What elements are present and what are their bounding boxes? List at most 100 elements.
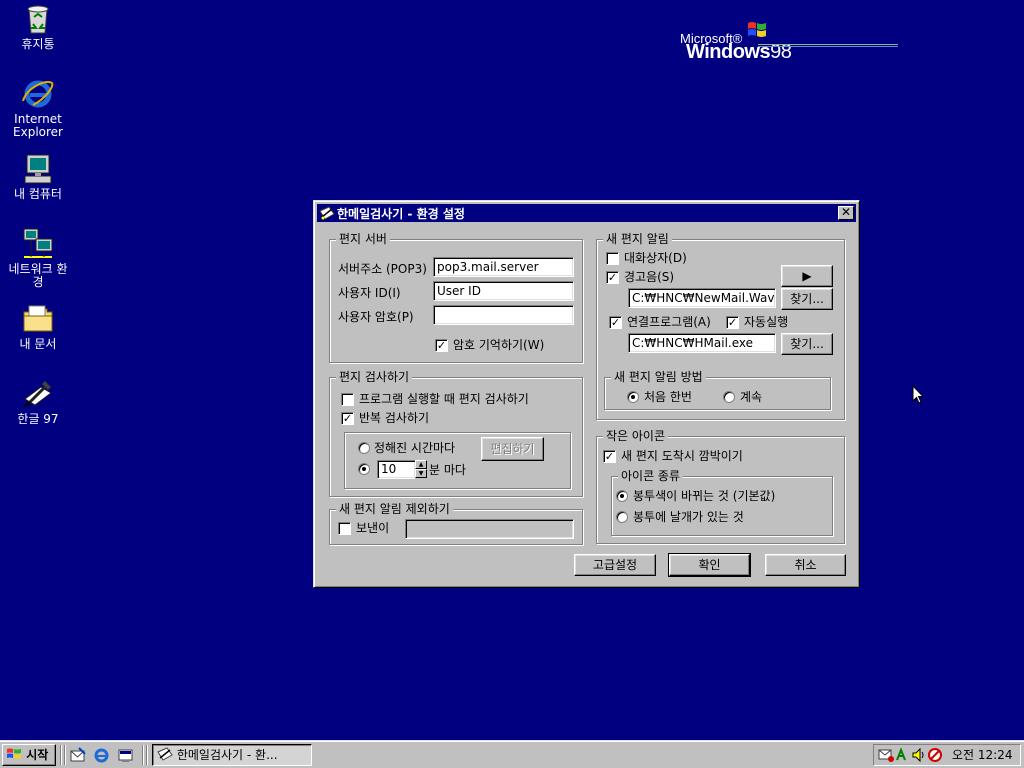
small-icon-legend: 작은 아이콘 — [603, 429, 669, 443]
taskbar: 시작 한메일검사기 - 환... 오전 12:24 — [0, 740, 1024, 768]
windows-flag-icon — [748, 22, 766, 37]
logo-line — [758, 46, 898, 47]
ime-hangul-tray-icon[interactable] — [895, 747, 911, 763]
play-icon: ▶ — [802, 269, 812, 283]
desktop-icon-recycle-bin[interactable]: 휴지통 — [0, 2, 76, 51]
autorun-checkbox[interactable]: ✓ — [726, 316, 739, 329]
clock[interactable]: 오전 12:24 — [952, 748, 1012, 762]
no-entry-tray-icon[interactable] — [927, 747, 943, 763]
advanced-settings-button[interactable]: 고급설정 — [574, 554, 656, 576]
desktop-icon-hangul97[interactable]: 한글 97 — [0, 377, 76, 426]
notify-once-radio[interactable] — [627, 391, 639, 403]
desktop-icon-label: 네트워크 환경 — [8, 262, 68, 289]
password-label: 사용자 암호(P) — [338, 310, 414, 324]
notify-sound-label: 경고음(S) — [624, 270, 675, 284]
outlook-express-icon[interactable] — [69, 747, 86, 764]
password-input[interactable] — [433, 305, 574, 325]
desktop-icon-label: 내 문서 — [19, 337, 57, 351]
desktop-icon-label: 휴지통 — [21, 37, 55, 51]
settings-dialog: 한메일검사기 - 환경 설정 ✕ 편지 서버 서버주소 (POP3) pop3.… — [313, 200, 860, 588]
windows98-logo: Microsoft® Windows98 — [678, 20, 908, 70]
blink-icon-label: 새 편지 도착시 깜박이기 — [621, 449, 743, 463]
mail-checker-app-icon — [157, 747, 173, 761]
server-address-label: 서버주소 (POP3) — [338, 262, 427, 276]
mail-envelope-tray-icon[interactable] — [878, 747, 894, 763]
icon-wing-label: 봉투에 날개가 있는 것 — [633, 510, 744, 524]
start-label: 시작 — [26, 748, 49, 762]
windows-flag-icon — [7, 748, 21, 759]
user-id-label: 사용자 ID(I) — [338, 286, 401, 300]
task-button-label: 한메일검사기 - 환... — [176, 748, 278, 762]
remember-password-label: 암호 기억하기(W) — [453, 338, 545, 352]
browse-program-button[interactable]: 찾기... — [781, 333, 833, 355]
folder-icon — [21, 302, 55, 336]
exclude-sender-label: 보낸이 — [356, 521, 390, 535]
repeat-check-label: 반복 검사하기 — [359, 411, 430, 425]
fixed-time-label: 정해진 시간마다 — [374, 441, 456, 455]
notify-dialog-checkbox[interactable] — [606, 252, 619, 265]
notify-program-checkbox[interactable]: ✓ — [609, 316, 622, 329]
notify-method-legend: 새 편지 알림 방법 — [611, 370, 706, 384]
desktop-icon-my-computer[interactable]: 내 컴퓨터 — [0, 152, 76, 201]
icon-color-radio[interactable] — [616, 490, 628, 502]
sound-path-input[interactable]: C:₩HNC₩NewMail.Wav — [628, 288, 776, 308]
icon-wing-radio[interactable] — [616, 511, 628, 523]
remember-password-checkbox[interactable]: ✓ — [435, 339, 448, 352]
program-path-input[interactable]: C:₩HNC₩HMail.exe — [628, 333, 776, 353]
internet-explorer-icon — [21, 77, 55, 111]
icon-kind-legend: 아이콘 종류 — [618, 469, 684, 483]
desktop-icon-label: 내 컴퓨터 — [14, 187, 62, 201]
my-computer-icon — [21, 152, 55, 186]
dialog-titlebar[interactable]: 한메일검사기 - 환경 설정 ✕ — [317, 204, 856, 222]
blink-icon-checkbox[interactable]: ✓ — [603, 450, 616, 463]
check-on-start-checkbox[interactable] — [341, 393, 354, 406]
exclude-sender-input[interactable] — [405, 519, 574, 539]
cancel-button[interactable]: 취소 — [765, 554, 846, 576]
browse-sound-button[interactable]: 찾기... — [781, 288, 833, 310]
volume-speaker-icon[interactable] — [911, 747, 927, 763]
fixed-time-radio[interactable] — [358, 442, 370, 454]
notify-program-label: 연결프로그램(A) — [627, 315, 711, 329]
interval-radio[interactable] — [358, 463, 370, 475]
repeat-check-checkbox[interactable]: ✓ — [341, 412, 354, 425]
mail-check-legend: 편지 검사하기 — [336, 370, 413, 384]
user-id-input[interactable]: User ID — [433, 281, 574, 301]
server-address-input[interactable]: pop3.mail.server — [433, 257, 574, 277]
taskbar-separator — [146, 745, 148, 765]
close-icon: ✕ — [840, 205, 852, 219]
new-mail-notify-legend: 새 편지 알림 — [603, 232, 672, 246]
mail-checker-app-icon — [319, 206, 335, 220]
spin-down-icon[interactable]: ▼ — [415, 469, 427, 478]
system-tray: 오전 12:24 — [873, 744, 1021, 766]
interval-input[interactable]: 10 — [377, 460, 416, 479]
exclude-sender-checkbox[interactable] — [338, 522, 351, 535]
hangul-writer-icon — [21, 377, 55, 411]
taskbar-separator — [60, 745, 62, 765]
notify-continuous-radio[interactable] — [723, 391, 735, 403]
start-button[interactable]: 시작 — [2, 744, 56, 766]
play-sound-button[interactable]: ▶ — [781, 265, 833, 287]
dialog-title: 한메일검사기 - 환경 설정 — [337, 206, 465, 221]
notify-once-label: 처음 한번 — [644, 390, 692, 404]
desktop-icon-my-documents[interactable]: 내 문서 — [0, 302, 76, 351]
icon-kind-group: 아이콘 종류 — [611, 469, 833, 536]
desktop-icon-label: Internet Explorer — [13, 112, 63, 139]
desktop-icon-internet-explorer[interactable]: Internet Explorer — [0, 77, 76, 139]
show-desktop-icon[interactable] — [117, 747, 134, 764]
close-button[interactable]: ✕ — [838, 206, 854, 220]
edit-schedule-button[interactable]: 편집하기 — [481, 437, 544, 461]
interval-spinner[interactable]: ▲ ▼ — [415, 460, 427, 479]
taskbar-separator — [64, 745, 66, 765]
recycle-bin-icon — [21, 2, 55, 36]
icon-color-label: 봉투색이 바뀌는 것 (기본값) — [633, 489, 776, 503]
mouse-cursor-icon — [912, 385, 924, 404]
notify-sound-checkbox[interactable]: ✓ — [606, 271, 619, 284]
spin-up-icon[interactable]: ▲ — [415, 460, 427, 469]
taskbar-separator — [142, 745, 144, 765]
task-button-mail-checker[interactable]: 한메일검사기 - 환... — [152, 744, 312, 766]
mail-server-legend: 편지 서버 — [336, 232, 390, 246]
internet-explorer-icon[interactable] — [93, 747, 110, 764]
ok-button[interactable]: 확인 — [668, 553, 751, 577]
desktop-icon-network[interactable]: 네트워크 환경 — [0, 227, 76, 289]
exclude-legend: 새 편지 알림 제외하기 — [336, 502, 453, 516]
